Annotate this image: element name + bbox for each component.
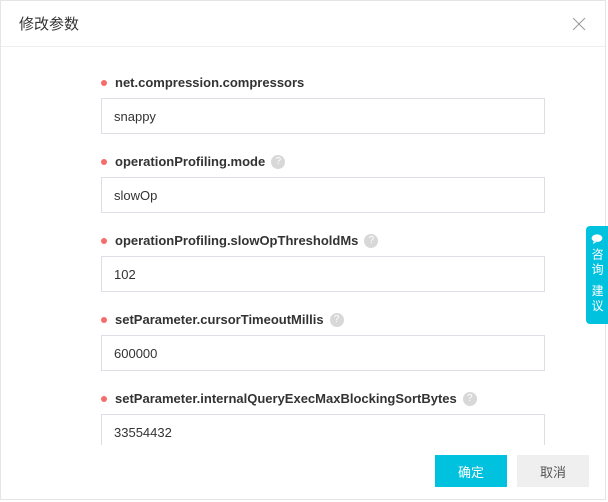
dialog-title: 修改参数 (19, 13, 79, 34)
field-input-setparameter-cursortimeoutmillis[interactable] (101, 335, 545, 371)
help-icon[interactable]: ? (364, 234, 378, 248)
field-input-operationprofiling-mode[interactable] (101, 177, 545, 213)
help-icon[interactable]: ? (330, 313, 344, 327)
field-input-net-compression-compressors[interactable] (101, 98, 545, 134)
feedback-side-tab[interactable]: 咨询 建议 (586, 226, 608, 324)
field-label: operationProfiling.mode (115, 154, 265, 169)
dialog-body: net.compression.compressors operationPro… (1, 47, 605, 445)
field-label: setParameter.cursorTimeoutMillis (115, 312, 324, 327)
field-label-row: setParameter.internalQueryExecMaxBlockin… (101, 391, 545, 406)
field-setparameter-internalqueryexecmaxblockingsortbytes: setParameter.internalQueryExecMaxBlockin… (101, 391, 545, 445)
field-operationprofiling-slowopthresholdms: operationProfiling.slowOpThresholdMs ? (101, 233, 545, 292)
modify-params-dialog: 修改参数 net.compression.compressors operati… (0, 0, 606, 500)
field-input-setparameter-internalqueryexecmaxblockingsortbytes[interactable] (101, 414, 545, 445)
field-label-row: net.compression.compressors (101, 75, 545, 90)
cancel-button[interactable]: 取消 (517, 455, 589, 487)
required-dot-icon (101, 238, 107, 244)
field-label-row: operationProfiling.mode ? (101, 154, 545, 169)
required-dot-icon (101, 317, 107, 323)
help-icon[interactable]: ? (271, 155, 285, 169)
chat-icon (590, 234, 604, 244)
field-operationprofiling-mode: operationProfiling.mode ? (101, 154, 545, 213)
field-label-row: operationProfiling.slowOpThresholdMs ? (101, 233, 545, 248)
field-label: operationProfiling.slowOpThresholdMs (115, 233, 358, 248)
field-label: net.compression.compressors (115, 75, 304, 90)
field-setparameter-cursortimeoutmillis: setParameter.cursorTimeoutMillis ? (101, 312, 545, 371)
dialog-header: 修改参数 (1, 1, 605, 47)
help-icon[interactable]: ? (463, 392, 477, 406)
side-tab-label: 咨询 建议 (589, 248, 605, 314)
field-label-row: setParameter.cursorTimeoutMillis ? (101, 312, 545, 327)
dialog-footer: 确定 取消 (1, 445, 605, 499)
close-icon[interactable] (571, 16, 587, 32)
ok-button[interactable]: 确定 (435, 455, 507, 487)
field-input-operationprofiling-slowopthresholdms[interactable] (101, 256, 545, 292)
required-dot-icon (101, 396, 107, 402)
field-label: setParameter.internalQueryExecMaxBlockin… (115, 391, 457, 406)
required-dot-icon (101, 80, 107, 86)
required-dot-icon (101, 159, 107, 165)
field-net-compression-compressors: net.compression.compressors (101, 75, 545, 134)
